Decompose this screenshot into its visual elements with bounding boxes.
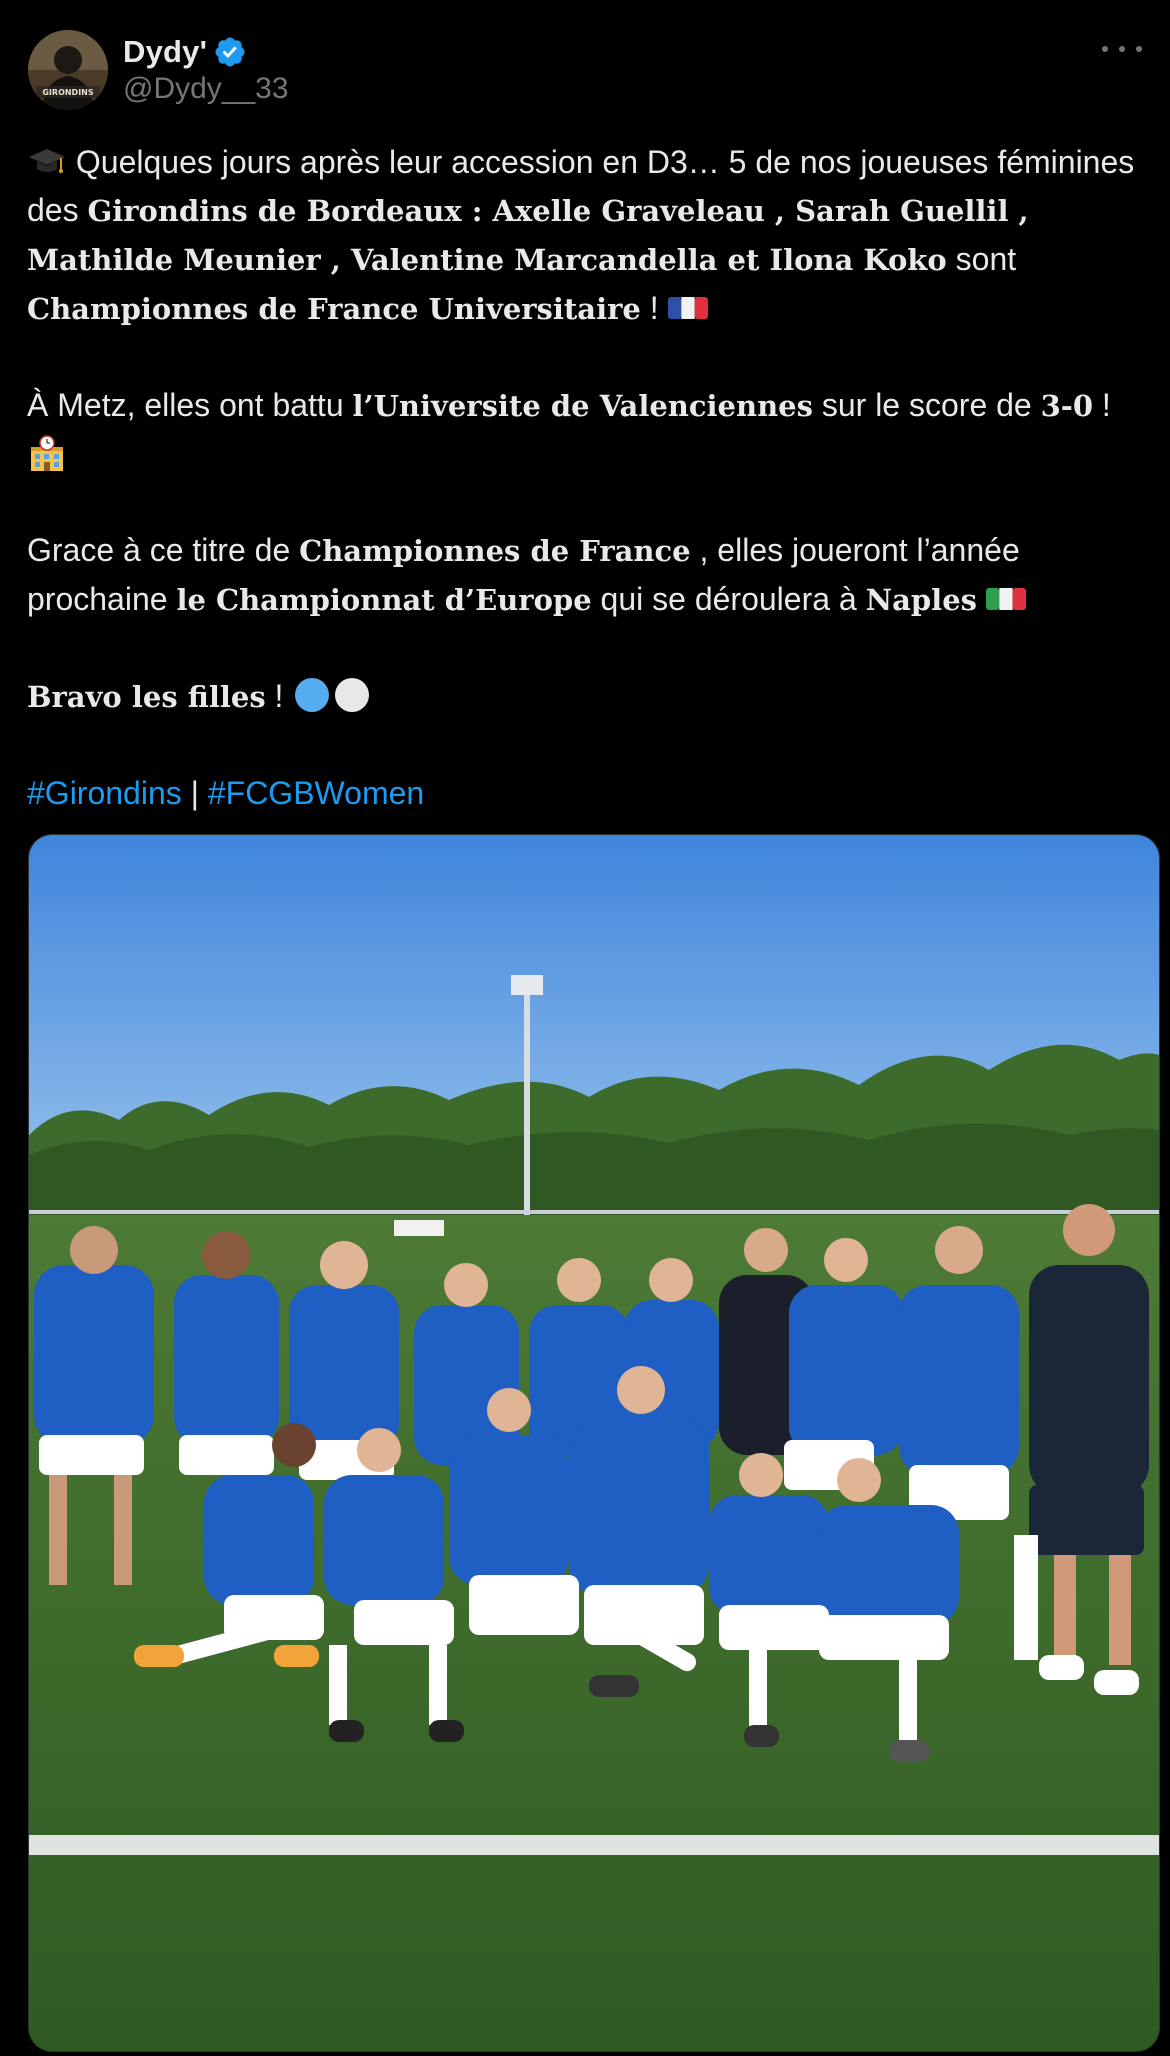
handle[interactable]: @Dydy__33 [123,72,289,106]
p1-bold-1: Girondins de Bordeaux : Axelle Graveleau… [27,194,1029,277]
p1-text-2: sont [946,241,1017,277]
avatar-image: GIRONDINS [28,30,108,110]
avatar-text: GIRONDINS [42,88,94,97]
p3-text-1: Grace à ce titre de [27,532,300,568]
italy-flag-icon [985,580,1026,616]
blue-circle-icon [292,677,332,713]
paragraph-4: Bravo les filles ! [27,672,1147,721]
p2-bold-2: 3-0 [1040,389,1094,423]
tweet-text: Quelques jours après leur accession en D… [27,138,1147,817]
paragraph-5: #Girondins | #FCGBWomen [27,769,1147,817]
hashtag-fcgbwomen[interactable]: #FCGBWomen [208,775,424,811]
p1-bold-2: Championnes de France Universitaire [27,292,641,326]
p3-bold-3: Naples [865,583,977,617]
p2-bold-1: l’Universite de Valenciennes [352,389,813,423]
white-circle-icon [332,677,372,713]
tweet-header: GIRONDINS Dydy' @Dydy__33 [28,30,1142,112]
verified-badge-icon [213,35,247,69]
hashtag-girondins[interactable]: #Girondins [27,775,182,811]
paragraph-2: À Metz, elles ont battu l’Universite de … [27,381,1147,478]
france-flag-icon [667,289,708,325]
team-photo-image [29,835,1159,2051]
display-name[interactable]: Dydy' [123,34,207,70]
p1-text-3: ! [640,290,668,326]
tweet-photo[interactable] [28,834,1160,2052]
hashtag-separator: | [181,775,208,811]
avatar[interactable]: GIRONDINS [28,30,108,110]
graduation-cap-icon [27,143,67,179]
name-row: Dydy' [123,32,247,72]
p2-text-1: À Metz, elles ont battu [27,387,353,423]
p3-bold-1: Championnes de France [299,534,691,568]
p2-text-3: ! [1093,387,1111,423]
p3-text-4 [977,581,986,617]
paragraph-1: Quelques jours après leur accession en D… [27,138,1147,333]
school-building-icon [27,435,67,471]
p3-text-3: qui se déroulera à [591,581,866,617]
p2-text-2: sur le score de [812,387,1041,423]
more-horizontal-icon[interactable] [1102,34,1142,64]
p4-bold-1: Bravo les filles [27,680,266,714]
p3-bold-2: le Championnat d’Europe [176,583,592,617]
paragraph-3: Grace à ce titre de Championnes de Franc… [27,526,1147,624]
p4-text-1: ! [265,678,293,714]
